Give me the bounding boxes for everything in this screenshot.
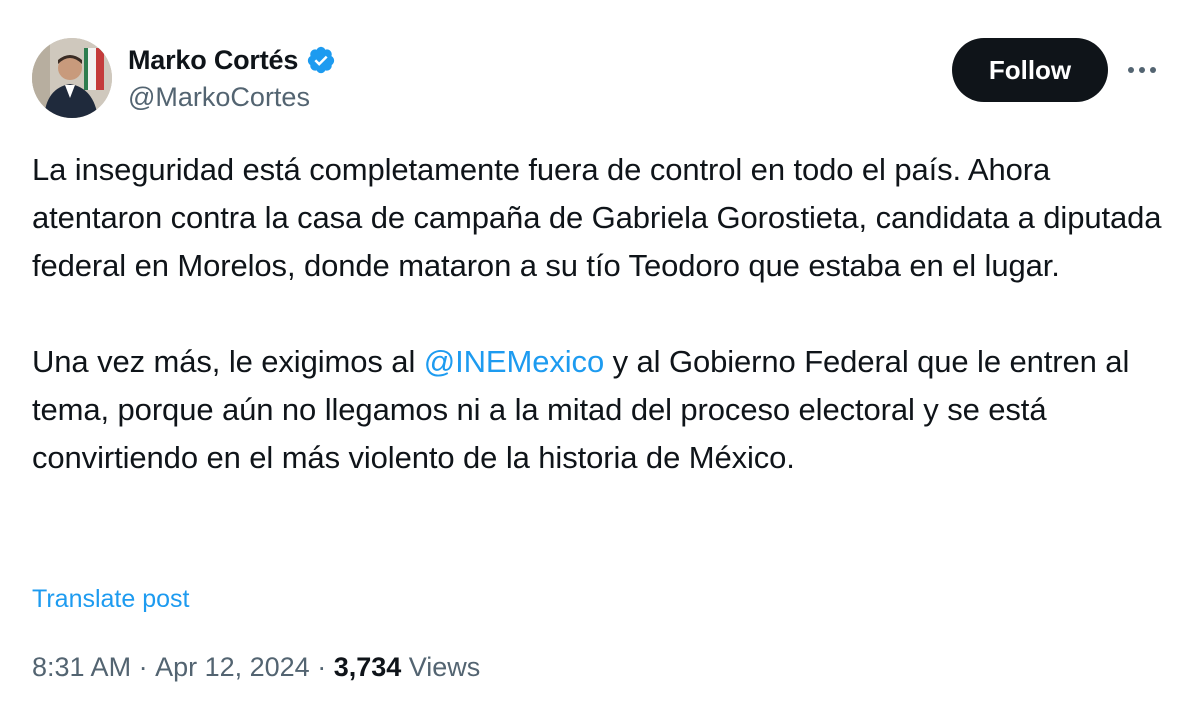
meta-separator: · — [309, 652, 334, 682]
follow-button[interactable]: Follow — [952, 38, 1108, 102]
post-text-segment: Una vez más, le exigimos al — [32, 344, 424, 379]
verified-badge-icon[interactable] — [306, 45, 336, 75]
translate-post-link[interactable]: Translate post — [32, 585, 189, 614]
more-options-button[interactable] — [1122, 52, 1162, 88]
profile-photo-icon — [32, 38, 112, 118]
meta-separator: · — [131, 652, 156, 682]
ellipsis-icon — [1128, 67, 1156, 73]
post-time[interactable]: 8:31 AM — [32, 652, 131, 683]
author-display-name[interactable]: Marko Cortés — [128, 45, 298, 76]
post-paragraph: Una vez más, le exigimos al @INEMexico y… — [32, 338, 1162, 482]
author-name-row[interactable]: Marko Cortés — [128, 42, 336, 78]
views-label: Views — [401, 652, 481, 682]
views-count: 3,734 — [333, 652, 402, 682]
mention-link[interactable]: @INEMexico — [424, 344, 604, 379]
author-handle[interactable]: @MarkoCortes — [128, 82, 310, 113]
post-paragraph: La inseguridad está completamente fuera … — [32, 152, 1162, 283]
post-meta: 8:31 AM · Apr 12, 2024 · 3,734 Views — [32, 652, 480, 683]
post-body: La inseguridad está completamente fuera … — [32, 146, 1162, 482]
post-date[interactable]: Apr 12, 2024 — [155, 652, 310, 683]
avatar[interactable] — [32, 38, 112, 118]
